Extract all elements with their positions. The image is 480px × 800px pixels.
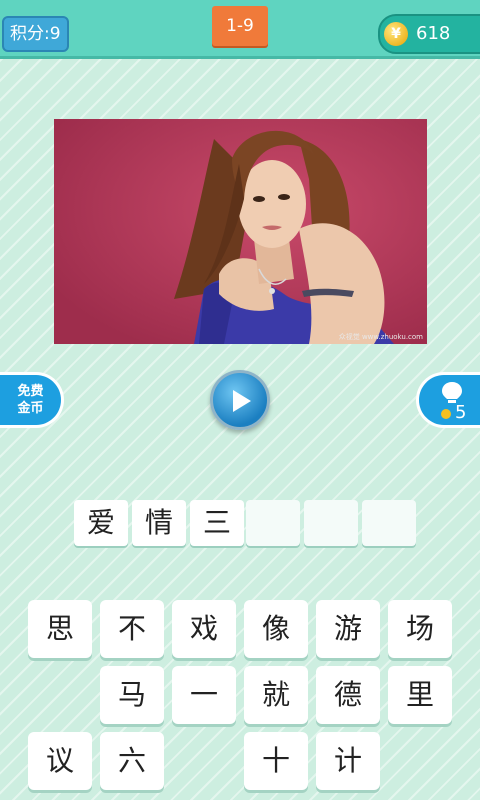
choice-tile[interactable]: 一 [172, 666, 236, 724]
choice-tile[interactable]: 德 [316, 666, 380, 724]
coin-icon: ¥ [384, 22, 408, 46]
choice-tile[interactable]: 思 [28, 600, 92, 658]
choice-tile[interactable]: 不 [100, 600, 164, 658]
puzzle-photo: 众视觉 www.zhuoku.com [54, 119, 427, 344]
choice-tile[interactable]: 议 [28, 732, 92, 790]
answer-slot[interactable] [304, 500, 358, 546]
level-badge: 1-9 [212, 6, 268, 46]
woman-portrait-image [54, 119, 427, 344]
choice-tile[interactable]: 马 [100, 666, 164, 724]
choice-tile[interactable]: 像 [244, 600, 308, 658]
answer-slot[interactable]: 情 [132, 500, 186, 546]
answer-slot[interactable]: 爱 [74, 500, 128, 546]
photo-watermark: 众视觉 www.zhuoku.com [338, 333, 423, 341]
choice-tile[interactable]: 计 [316, 732, 380, 790]
free-coins-line2: 金币 [17, 401, 44, 416]
choice-tile[interactable]: 就 [244, 666, 308, 724]
answer-slot[interactable] [246, 500, 300, 546]
choice-tile[interactable]: 十 [244, 732, 308, 790]
hint-cost: 5 [455, 402, 467, 423]
coin-count: 618 [416, 23, 451, 44]
choice-tile[interactable]: 游 [316, 600, 380, 658]
hint-coin-icon [441, 409, 451, 419]
hint-button[interactable]: 5 [416, 372, 480, 428]
choice-tile[interactable]: 场 [388, 600, 452, 658]
free-coins-line1: 免费 [17, 384, 44, 399]
top-bar: 积分:9 1-9 ¥ 618 [0, 0, 480, 59]
choice-tile[interactable]: 六 [100, 732, 164, 790]
free-coins-button[interactable]: 免费 金币 [0, 372, 64, 428]
answer-slot[interactable] [362, 500, 416, 546]
score-label: 积分:9 [10, 24, 61, 44]
choice-tile[interactable]: 里 [388, 666, 452, 724]
answer-slots: 爱 情 三 [72, 500, 416, 548]
play-button[interactable] [210, 370, 270, 430]
play-icon [233, 390, 251, 412]
level-label: 1-9 [226, 16, 254, 36]
score-badge: 积分:9 [2, 16, 69, 52]
answer-slot[interactable]: 三 [190, 500, 244, 546]
coin-balance[interactable]: ¥ 618 [378, 14, 480, 54]
choice-tile[interactable]: 戏 [172, 600, 236, 658]
